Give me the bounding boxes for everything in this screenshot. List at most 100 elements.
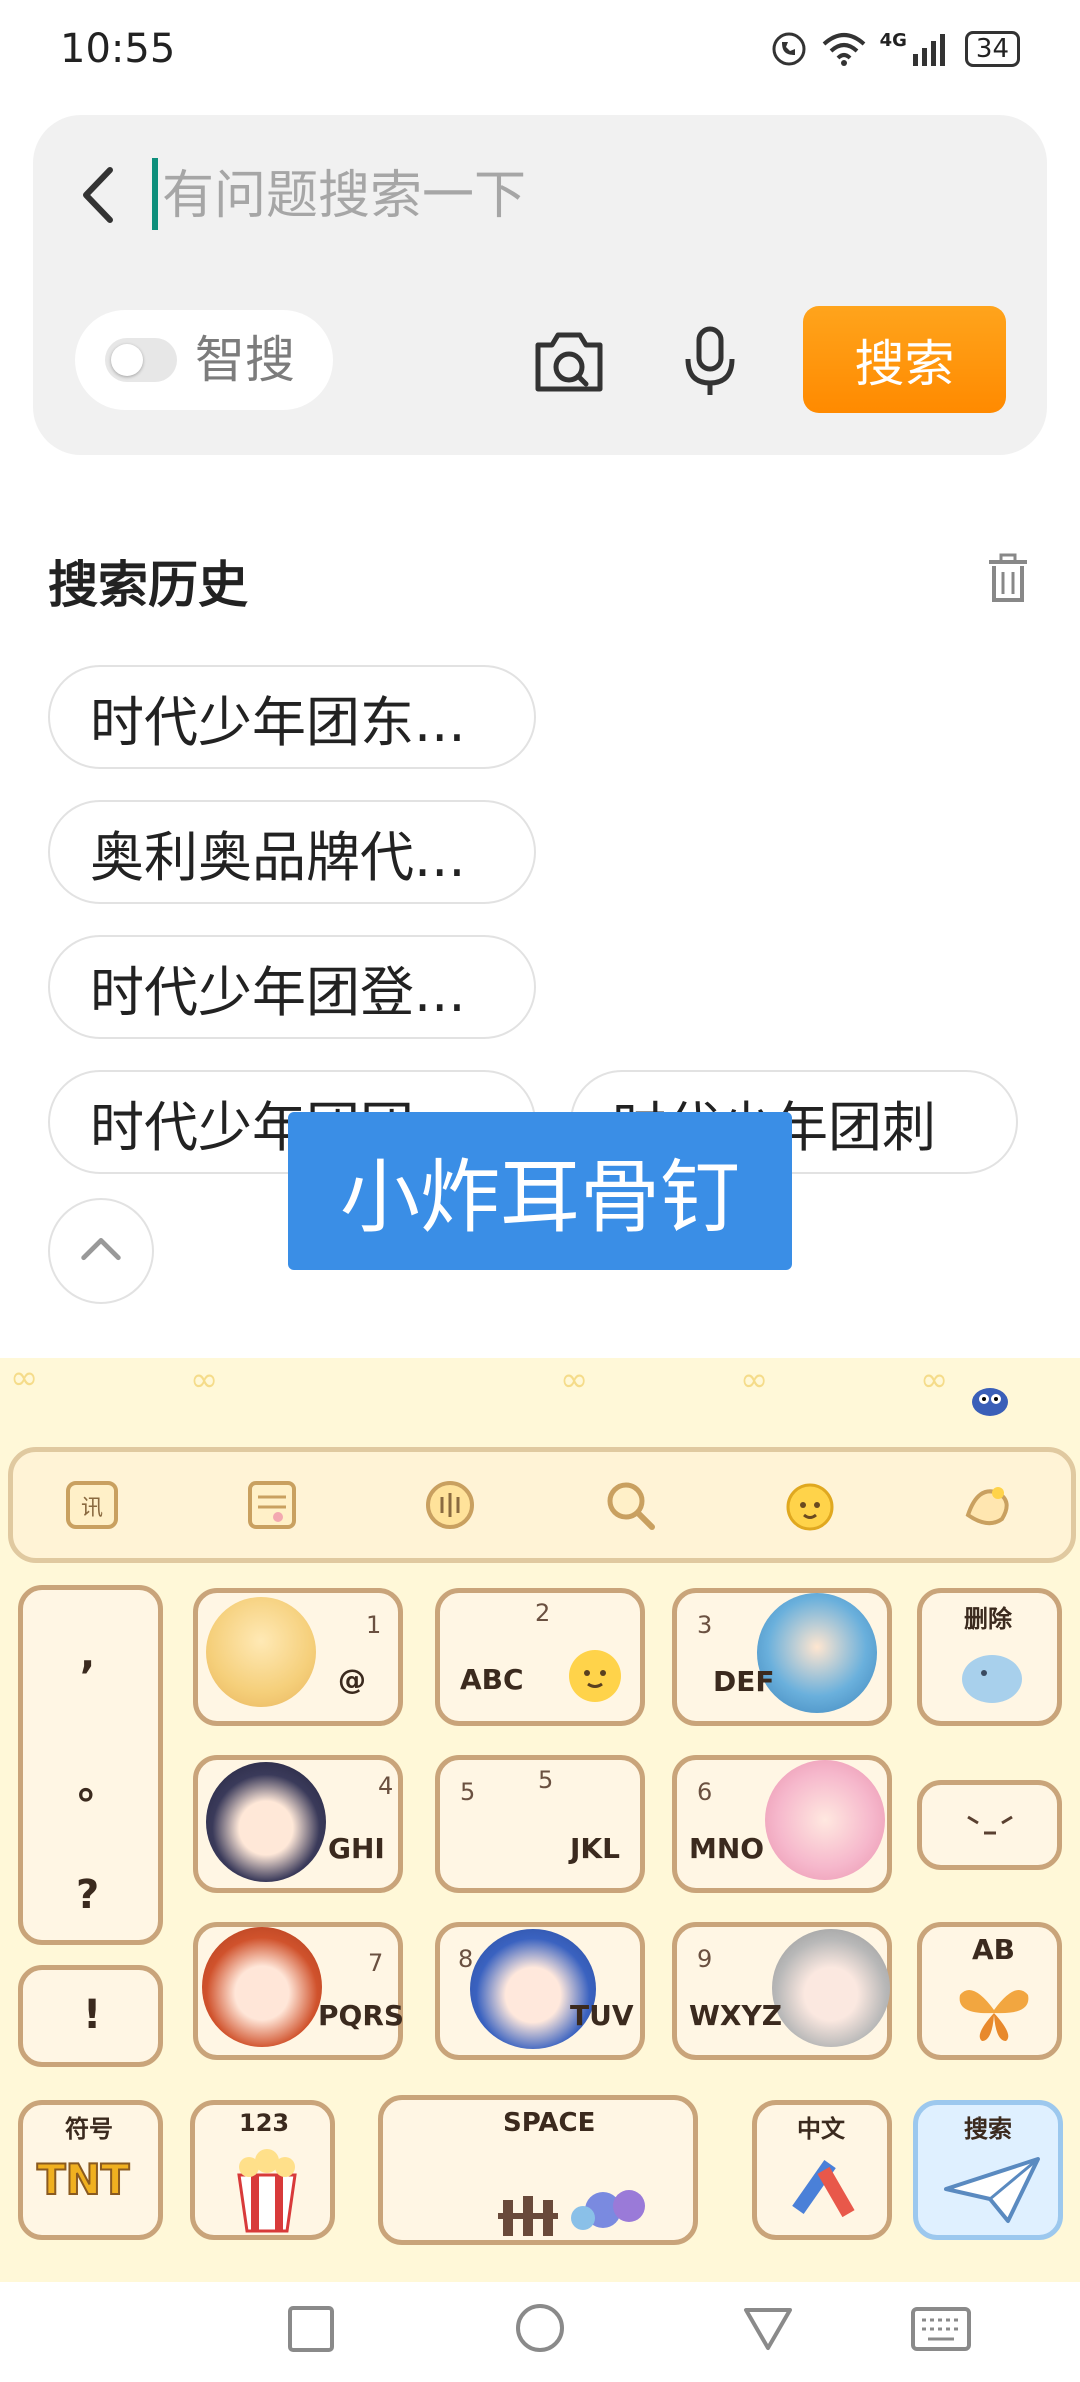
key-1[interactable]: 1 @ [193, 1588, 403, 1726]
key-5[interactable]: 5 5 JKL [435, 1755, 645, 1893]
history-chip[interactable]: 奥利奥品牌代... [48, 800, 536, 904]
key-number: 5 [460, 1778, 476, 1806]
history-title: 搜索历史 [48, 556, 248, 614]
key-label: ABC [460, 1663, 524, 1696]
search-enter-key[interactable]: 搜索 [913, 2100, 1063, 2240]
key-label: GHI [328, 1832, 385, 1865]
keyboard-mode-icon[interactable]: 讯 [62, 1475, 122, 1535]
key-3[interactable]: 3 DEF [672, 1588, 892, 1726]
key-label: 删除 [964, 1605, 1012, 1633]
toggle-knob [111, 344, 143, 376]
theme-icon[interactable] [958, 1475, 1018, 1535]
language-key[interactable]: 中文 [752, 2100, 892, 2240]
key-4[interactable]: GHI 4 [193, 1755, 403, 1893]
paper-plane-icon [944, 2157, 1040, 2223]
camera-icon[interactable] [530, 325, 608, 397]
key-label: 符号 [65, 2115, 113, 2143]
key-label: DEF [713, 1665, 775, 1698]
bow-decoration: ∞ [190, 1360, 219, 1400]
key-label: MNO [689, 1832, 765, 1865]
network-type: 4G [879, 30, 907, 51]
chibi-portrait [206, 1597, 316, 1707]
clipboard-icon[interactable] [242, 1475, 302, 1535]
status-time: 10:55 [60, 26, 176, 72]
voice-icon[interactable] [420, 1475, 480, 1535]
key-number: 1 [366, 1611, 382, 1639]
chibi-portrait [757, 1593, 877, 1713]
butterfly-icon [959, 1990, 1029, 2041]
key-8[interactable]: 8 TUV [435, 1922, 645, 2060]
face-icon [967, 1815, 1013, 1835]
elephant-delete-icon [962, 1655, 1022, 1703]
key-label: SPACE [503, 2108, 596, 2138]
battery-indicator: 34 [964, 31, 1020, 67]
key-label: AB [972, 1933, 1016, 1966]
key-number: 2 [535, 1599, 551, 1627]
key-label: WXYZ [689, 1999, 783, 2032]
keyboard-switch-icon[interactable] [910, 2306, 972, 2352]
punctuation-key[interactable]: 。 [78, 1752, 118, 1810]
search-icon[interactable] [600, 1475, 660, 1535]
home-icon[interactable] [514, 2302, 566, 2354]
microphone-icon[interactable] [680, 325, 740, 399]
key-2[interactable]: 2 ABC [435, 1588, 645, 1726]
history-chip[interactable]: 时代少年团东... [48, 665, 536, 769]
tnt-logo: TNT [36, 2154, 130, 2205]
key-number: 7 [368, 1949, 384, 1977]
keyboard-toolbar [8, 1447, 1076, 1563]
back-nav-icon[interactable] [742, 2304, 794, 2354]
ab-key[interactable]: AB [917, 1922, 1062, 2060]
status-icons: 4G 34 [770, 30, 1020, 68]
chibi-portrait [772, 1929, 890, 2047]
key-label: 搜索 [964, 2115, 1012, 2143]
garden-fence-icon [498, 2190, 645, 2236]
pencil-icon [792, 2160, 855, 2218]
key-number: 3 [697, 1611, 713, 1639]
delete-key[interactable]: 删除 [917, 1588, 1062, 1726]
key-9[interactable]: 9 WXYZ [672, 1922, 892, 2060]
bird-mascot-icon[interactable] [965, 1380, 1015, 1420]
key-label: 123 [239, 2109, 290, 2137]
svg-text:讯: 讯 [81, 1496, 103, 1521]
key-number: 5 [538, 1766, 554, 1794]
face-key[interactable] [917, 1780, 1062, 1870]
back-icon[interactable] [72, 160, 122, 230]
bow-decoration: ∞ [10, 1358, 39, 1398]
search-input[interactable]: 有问题搜索一下 [162, 160, 526, 232]
bow-decoration: ∞ [920, 1360, 949, 1400]
emoji-icon[interactable] [780, 1475, 840, 1535]
punctuation-key[interactable]: , [80, 1632, 95, 1678]
key-label: JKL [570, 1832, 620, 1865]
key-label: 中文 [797, 2115, 845, 2143]
symbol-key[interactable]: 符号 TNT [18, 2100, 163, 2240]
key-number: 4 [378, 1772, 394, 1800]
collapse-chevron-icon[interactable] [48, 1198, 154, 1304]
key-7[interactable]: 7 PQRS [193, 1922, 405, 2060]
space-key[interactable]: SPACE [378, 2095, 698, 2245]
smiley-cloud-icon [569, 1650, 621, 1702]
bow-decoration: ∞ [560, 1360, 589, 1400]
trash-icon[interactable] [985, 552, 1031, 604]
key-label: PQRS [318, 1999, 405, 2032]
key-6[interactable]: 6 MNO [672, 1755, 892, 1893]
key-number: 9 [697, 1945, 713, 1973]
punctuation-key[interactable]: ! [83, 1992, 101, 2038]
text-cursor [152, 158, 158, 230]
search-button[interactable]: 搜索 [803, 306, 1006, 413]
signal-icon [912, 34, 945, 66]
status-bar: 10:55 4G 34 [0, 0, 1080, 100]
history-chip[interactable]: 时代少年团登... [48, 935, 536, 1039]
wifi-icon [822, 33, 865, 66]
recents-icon[interactable] [286, 2304, 336, 2354]
smart-search-label: 智搜 [195, 331, 295, 389]
bow-decoration: ∞ [740, 1360, 769, 1400]
chibi-portrait [765, 1760, 885, 1880]
key-number: 8 [458, 1945, 474, 1973]
hd-call-icon [772, 32, 806, 66]
key-label: @ [338, 1663, 366, 1696]
overlay-banner: 小炸耳骨钉 [288, 1112, 792, 1270]
navigation-bar [0, 2282, 1080, 2382]
popcorn-icon [237, 2149, 297, 2233]
punctuation-key[interactable]: ? [76, 1872, 99, 1918]
number-key[interactable]: 123 [190, 2100, 335, 2240]
